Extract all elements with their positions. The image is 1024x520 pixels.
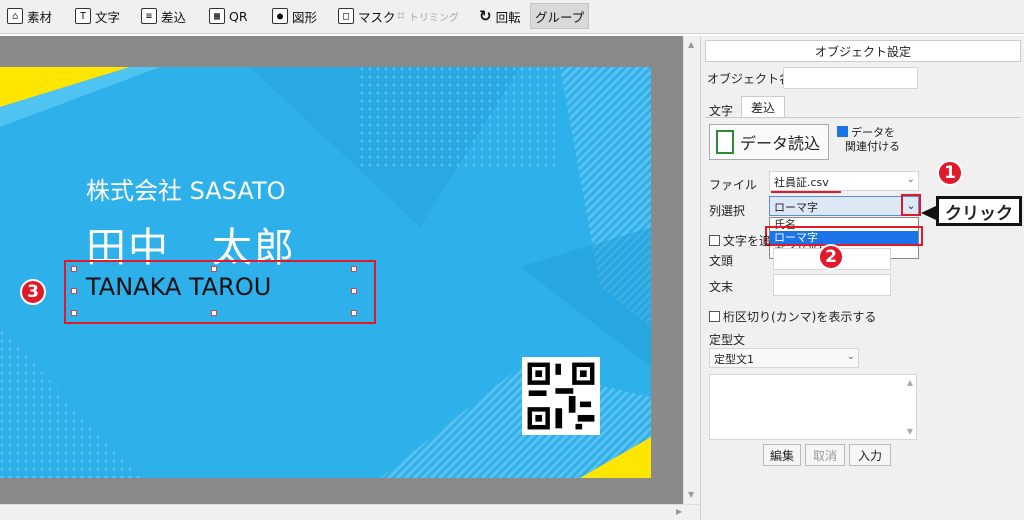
load-data-button[interactable]: データ読込 [709, 124, 829, 160]
group-button[interactable]: グループ [530, 3, 590, 29]
step-badge-2: 2 [818, 244, 844, 270]
resize-handle[interactable] [71, 288, 77, 294]
resize-handle[interactable] [351, 266, 357, 272]
panel-title: オブジェクト設定 [705, 40, 1021, 62]
tab-merge[interactable]: 差込 [741, 96, 785, 118]
spreadsheet-icon [716, 130, 734, 154]
file-underline-highlight [771, 191, 841, 193]
comma-checkbox[interactable]: 桁区切り(カンマ)を表示する [709, 308, 876, 325]
shape-icon: ● [272, 8, 288, 24]
scroll-up-icon[interactable]: ▲ [688, 40, 694, 49]
rotate-icon: ↻ [479, 7, 492, 25]
column-select[interactable]: ローマ字 [769, 196, 919, 216]
qr-icon: ▦ [209, 8, 225, 24]
text-button[interactable]: T 文字 [70, 3, 125, 29]
mask-button[interactable]: □ マスク [333, 3, 401, 29]
template-label: 定型文 [709, 333, 746, 347]
selection-frame [70, 265, 357, 316]
object-name-input[interactable] [783, 67, 918, 89]
trim-button[interactable]: ⌗ トリミング [392, 3, 464, 29]
file-label: ファイル [709, 178, 758, 192]
resize-handle[interactable] [71, 266, 77, 272]
chevron-down-icon: ⌄ [846, 351, 855, 362]
prefix-label: 文頭 [709, 254, 734, 268]
link-data-checkbox[interactable]: データを 関連付ける [837, 126, 900, 154]
material-icon: ⌂ [7, 8, 23, 24]
step-badge-1: 1 [937, 160, 963, 186]
checkbox-checked-icon [837, 126, 848, 137]
scroll-right-icon[interactable]: ▶ [676, 507, 682, 516]
trim-icon: ⌗ [397, 8, 405, 24]
template-textarea[interactable]: ▲ ▼ [709, 374, 917, 440]
horizontal-scrollbar[interactable]: ▶ [0, 504, 700, 520]
callout-arrow-icon [921, 206, 936, 220]
suffix-label: 文末 [709, 280, 734, 294]
card-company[interactable]: 株式会社 SASATO [86, 171, 286, 206]
resize-handle[interactable] [351, 310, 357, 316]
material-button[interactable]: ⌂ 素材 [2, 3, 57, 29]
column-dropdown-arrow[interactable]: ⌄ [901, 194, 921, 216]
tab-divider [705, 117, 1021, 118]
resize-handle[interactable] [211, 310, 217, 316]
checkbox-icon [709, 235, 720, 246]
mask-icon: □ [338, 8, 354, 24]
chevron-down-icon: ⌄ [906, 174, 915, 185]
checkbox-icon [709, 311, 720, 322]
edit-button[interactable]: 編集 [763, 444, 801, 466]
merge-button[interactable]: ≡ 差込 [136, 3, 191, 29]
scroll-up-icon[interactable]: ▲ [907, 378, 913, 387]
resize-handle[interactable] [211, 266, 217, 272]
shape-button[interactable]: ● 図形 [267, 3, 322, 29]
scroll-down-icon[interactable]: ▼ [907, 427, 913, 436]
qr-button[interactable]: ▦ QR [204, 3, 253, 29]
suffix-input[interactable] [773, 274, 891, 296]
resize-handle[interactable] [351, 288, 357, 294]
option-highlight [765, 226, 923, 246]
file-select[interactable]: 社員証.csv ⌄ [769, 171, 919, 191]
vertical-scrollbar[interactable]: ▲ ▼ [683, 36, 700, 504]
column-label: 列選択 [709, 204, 746, 218]
cancel-button[interactable]: 取消 [805, 444, 845, 466]
resize-handle[interactable] [71, 310, 77, 316]
template-select[interactable]: 定型文1 ⌄ [709, 348, 859, 368]
toolbar: ⌂ 素材 T 文字 ≡ 差込 ▦ QR ● 図形 □ マスク ⌗ トリミング ↻… [0, 0, 1024, 34]
input-button[interactable]: 入力 [849, 444, 891, 466]
chevron-down-icon: ⌄ [906, 198, 916, 212]
scroll-down-icon[interactable]: ▼ [688, 490, 694, 499]
click-callout: クリック [936, 196, 1022, 226]
object-name-label: オブジェクト名 [707, 72, 792, 86]
text-icon: T [75, 8, 91, 24]
text-add-checkbox[interactable]: 文字を追 [709, 232, 771, 249]
step-badge-3: 3 [20, 279, 46, 305]
merge-icon: ≡ [141, 8, 157, 24]
qr-code[interactable] [522, 357, 600, 435]
object-settings-panel: オブジェクト設定 オブジェクト名 文字 差込 データ読込 データを 関連付ける … [700, 36, 1024, 520]
rotate-button[interactable]: ↻ 回転 [474, 3, 526, 29]
